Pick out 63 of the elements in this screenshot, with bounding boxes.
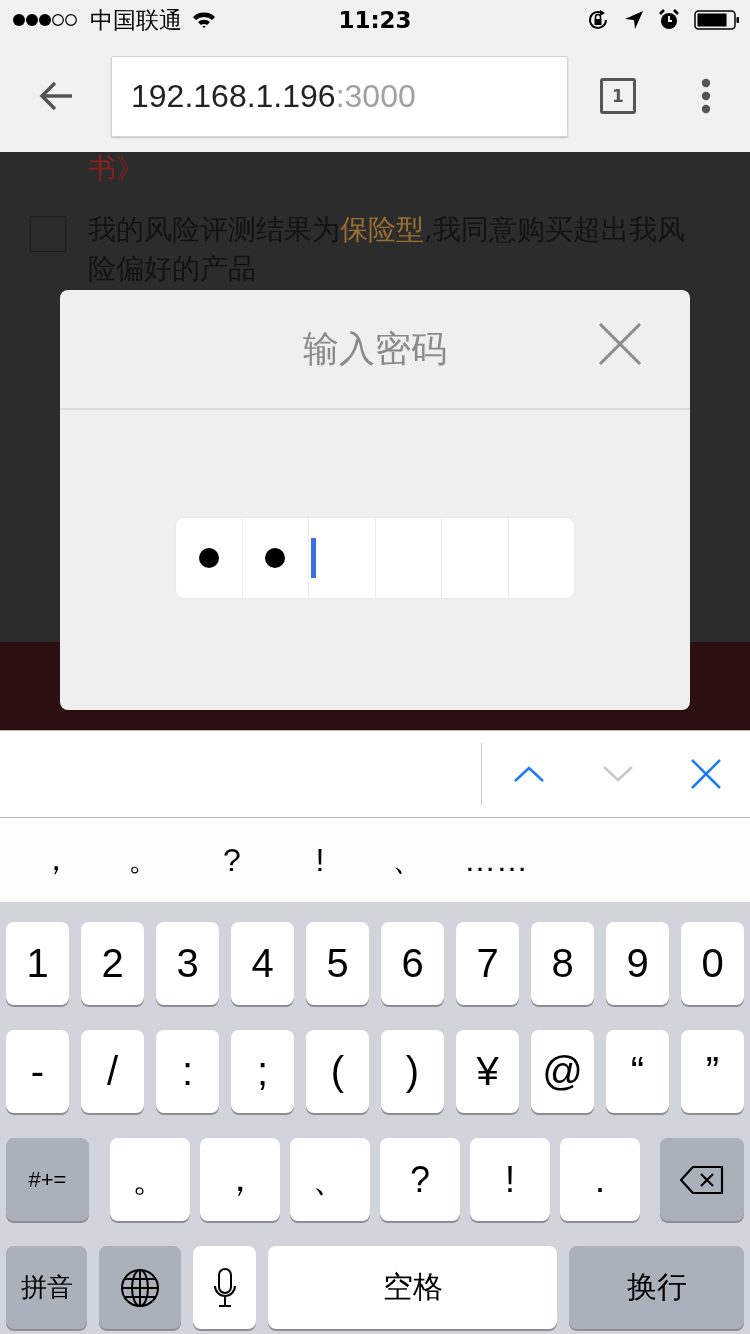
battery-icon: [694, 10, 740, 30]
close-icon[interactable]: [691, 759, 721, 789]
keyboard-key[interactable]: /: [81, 1030, 144, 1113]
location-icon: [624, 10, 644, 30]
password-field[interactable]: [176, 518, 574, 598]
back-icon[interactable]: [38, 80, 74, 112]
candidate-item[interactable]: ?: [188, 841, 276, 879]
keyboard-key[interactable]: “: [606, 1030, 669, 1113]
keyboard-key[interactable]: 、: [290, 1138, 370, 1221]
keyboard-key[interactable]: 7: [456, 922, 519, 1005]
keyboard-key[interactable]: ¥: [456, 1030, 519, 1113]
return-key[interactable]: 换行: [569, 1246, 744, 1329]
candidate-item[interactable]: 、: [364, 838, 452, 882]
keyboard-key[interactable]: 0: [681, 922, 744, 1005]
text-cursor: [311, 538, 316, 578]
wifi-icon: [192, 11, 216, 29]
dialog-title: 输入密码: [303, 326, 447, 371]
microphone-icon: [212, 1267, 237, 1308]
keyboard-key[interactable]: -: [6, 1030, 69, 1113]
signal-icon: [12, 13, 80, 27]
keyboard-key[interactable]: (: [306, 1030, 369, 1113]
password-dot: [198, 548, 219, 568]
tab-count-button[interactable]: 1: [600, 78, 636, 114]
backspace-key[interactable]: [660, 1138, 744, 1221]
keyboard-key[interactable]: @: [531, 1030, 594, 1113]
keyboard-key[interactable]: 。: [110, 1138, 190, 1221]
keyboard-key[interactable]: 4: [231, 922, 294, 1005]
close-icon[interactable]: [598, 322, 642, 366]
document-title-tail: 书》: [87, 152, 145, 186]
previous-field-icon[interactable]: [513, 765, 545, 783]
password-dot: [265, 548, 286, 568]
keyboard-key[interactable]: ;: [231, 1030, 294, 1113]
backspace-icon: [679, 1164, 725, 1195]
alarm-icon: [658, 9, 680, 31]
rotation-lock-icon: [586, 8, 610, 32]
candidate-item[interactable]: 。: [100, 838, 188, 882]
keyboard-key[interactable]: 6: [381, 922, 444, 1005]
globe-icon: [120, 1267, 160, 1308]
keyboard-key[interactable]: ?: [380, 1138, 460, 1221]
keyboard-key[interactable]: .: [560, 1138, 640, 1221]
candidate-item[interactable]: ……: [452, 841, 540, 879]
keyboard-key[interactable]: ”: [681, 1030, 744, 1113]
space-key[interactable]: 空格: [268, 1246, 557, 1329]
address-field[interactable]: 192.168.1.196:3000: [111, 55, 568, 137]
status-time: 11:23: [338, 7, 412, 33]
candidate-item[interactable]: ，: [12, 838, 100, 882]
keyboard-key[interactable]: 5: [306, 922, 369, 1005]
carrier-name: 中国联通: [90, 5, 182, 35]
keyboard-key[interactable]: !: [470, 1138, 550, 1221]
keyboard-key[interactable]: 8: [531, 922, 594, 1005]
keyboard-key[interactable]: 拼音: [6, 1246, 87, 1329]
keyboard-key[interactable]: 9: [606, 922, 669, 1005]
keyboard-key[interactable]: :: [156, 1030, 219, 1113]
candidate-item[interactable]: !: [276, 841, 364, 879]
keyboard-key[interactable]: #+=: [6, 1138, 89, 1221]
microphone-key[interactable]: [193, 1246, 256, 1329]
keyboard-key[interactable]: 3: [156, 922, 219, 1005]
more-icon[interactable]: [701, 78, 711, 114]
keyboard-key[interactable]: ): [381, 1030, 444, 1113]
keyboard-key[interactable]: ，: [200, 1138, 280, 1221]
keyboard-key[interactable]: 2: [81, 922, 144, 1005]
globe-key[interactable]: [99, 1246, 181, 1329]
keyboard-key[interactable]: 1: [6, 922, 69, 1005]
